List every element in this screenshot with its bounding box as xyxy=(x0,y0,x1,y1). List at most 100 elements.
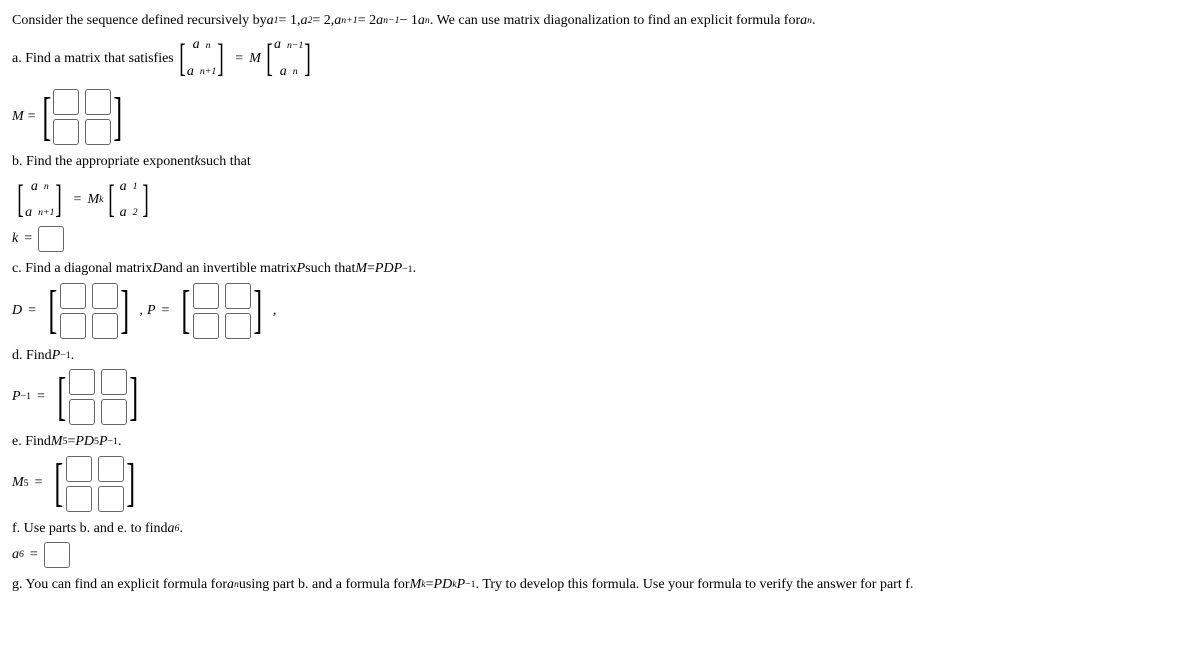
M-input-00[interactable] xyxy=(53,89,79,115)
g-a: a xyxy=(227,574,234,596)
Pinv-00[interactable] xyxy=(69,369,95,395)
e-neg1: −1 xyxy=(108,434,118,450)
bracket-icon: [ xyxy=(179,43,186,74)
period: . xyxy=(812,10,816,32)
e-M: M xyxy=(51,431,63,453)
P-01[interactable] xyxy=(225,283,251,309)
equals: = xyxy=(74,189,82,211)
comma2: , xyxy=(273,300,277,322)
M-matrix: [ ] xyxy=(40,89,125,145)
M5-11[interactable] xyxy=(98,486,124,512)
part-e: e. Find M5 = PD5 P−1 . M5 = [ ] xyxy=(12,431,1188,511)
M-input-row: M= [ ] xyxy=(12,89,1188,145)
M5-10[interactable] xyxy=(66,486,92,512)
e-PD: PD xyxy=(75,431,94,453)
eq: = xyxy=(28,106,36,128)
vector-an-b: [ an an+1 ] xyxy=(16,176,64,225)
g-eq: = xyxy=(426,574,434,596)
d-P: P xyxy=(52,345,61,367)
bracket-icon: ] xyxy=(305,43,312,74)
k-input[interactable] xyxy=(38,226,64,252)
rec-l-sub: n+1 xyxy=(341,13,357,29)
c-text1: c. Find a diagonal matrix xyxy=(12,258,152,280)
M-input-10[interactable] xyxy=(53,119,79,145)
bracket-icon: ] xyxy=(120,289,129,332)
bracket-icon: [ xyxy=(266,43,273,74)
D-00[interactable] xyxy=(60,283,86,309)
a2: a xyxy=(300,10,307,32)
bracket-icon: ] xyxy=(218,43,225,74)
part-a-prompt: a. Find a matrix that satisfies [ an an+… xyxy=(12,34,1188,83)
vector-an-1: [ an−1 an ] xyxy=(265,34,313,83)
part-d: d. Find P−1 . P−1 = [ ] xyxy=(12,345,1188,425)
c-P: P xyxy=(297,258,306,280)
k-sup: k xyxy=(99,192,103,208)
c-text3: such that xyxy=(305,258,355,280)
M5-label-m: M xyxy=(12,472,24,494)
vector-an: [ an an+1 ] xyxy=(178,34,226,83)
eq: = xyxy=(37,386,45,408)
part-b-text2: such that xyxy=(201,151,251,173)
Pinv-matrix: [ ] xyxy=(55,369,140,425)
D-label: D xyxy=(12,300,22,322)
comma: , xyxy=(139,300,143,322)
c-PDP: PDP xyxy=(375,258,402,280)
c-period: . xyxy=(413,258,417,280)
bracket-icon: ] xyxy=(127,462,136,505)
M5-01[interactable] xyxy=(98,456,124,482)
eq: = xyxy=(24,228,32,250)
part-c: c. Find a diagonal matrix D and an inver… xyxy=(12,258,1188,338)
vector-a1a2: [ a1 a2 ] xyxy=(107,176,149,225)
e-P2: P xyxy=(99,431,108,453)
M5-00[interactable] xyxy=(66,456,92,482)
Pinv-11[interactable] xyxy=(101,399,127,425)
a6-label-sub: 6 xyxy=(19,547,24,563)
d-neg1: −1 xyxy=(60,348,70,364)
D-11[interactable] xyxy=(92,313,118,339)
Pinv-label-p: P xyxy=(12,386,21,408)
bracket-icon: [ xyxy=(17,184,24,215)
P-10[interactable] xyxy=(193,313,219,339)
bracket-icon: ] xyxy=(56,184,63,215)
g-PD: PD xyxy=(434,574,453,596)
a6-label-a: a xyxy=(12,544,19,566)
bracket-icon: [ xyxy=(55,462,64,505)
a6-input[interactable] xyxy=(44,542,70,568)
rec-m: a xyxy=(376,10,383,32)
M5-label-sup: 5 xyxy=(24,476,29,492)
g-t1: g. You can find an explicit formula for xyxy=(12,574,227,596)
eq2: = 2, xyxy=(312,10,334,32)
P-00[interactable] xyxy=(193,283,219,309)
minus: − 1 xyxy=(400,10,418,32)
c-eq: = xyxy=(367,258,375,280)
g-neg1: −1 xyxy=(465,577,475,593)
P-11[interactable] xyxy=(225,313,251,339)
rec-l: a xyxy=(334,10,341,32)
g-t2: using part b. and a formula for xyxy=(239,574,410,596)
intro-prefix: Consider the sequence defined recursivel… xyxy=(12,10,267,32)
D-10[interactable] xyxy=(60,313,86,339)
Pinv-10[interactable] xyxy=(69,399,95,425)
d-text: d. Find xyxy=(12,345,52,367)
f-a: a xyxy=(168,518,175,540)
intro-text: Consider the sequence defined recursivel… xyxy=(12,10,1188,32)
g-M: M xyxy=(410,574,422,596)
c-D: D xyxy=(152,258,162,280)
M5-matrix: [ ] xyxy=(52,456,137,512)
M-input-01[interactable] xyxy=(85,89,111,115)
c-neg1: −1 xyxy=(402,262,412,278)
part-b-text: b. Find the appropriate exponent xyxy=(12,151,194,173)
bracket-icon: [ xyxy=(109,184,116,215)
d-period: . xyxy=(71,345,75,367)
D-01[interactable] xyxy=(92,283,118,309)
e-period: . xyxy=(118,431,122,453)
an: a xyxy=(800,10,807,32)
Pinv-01[interactable] xyxy=(101,369,127,395)
bracket-icon: ] xyxy=(254,289,263,332)
M-input-11[interactable] xyxy=(85,119,111,145)
e-text: e. Find xyxy=(12,431,51,453)
part-b: b. Find the appropriate exponent k such … xyxy=(12,151,1188,252)
M: M xyxy=(249,48,261,70)
a1: a xyxy=(267,10,274,32)
M-label: M xyxy=(12,106,24,128)
